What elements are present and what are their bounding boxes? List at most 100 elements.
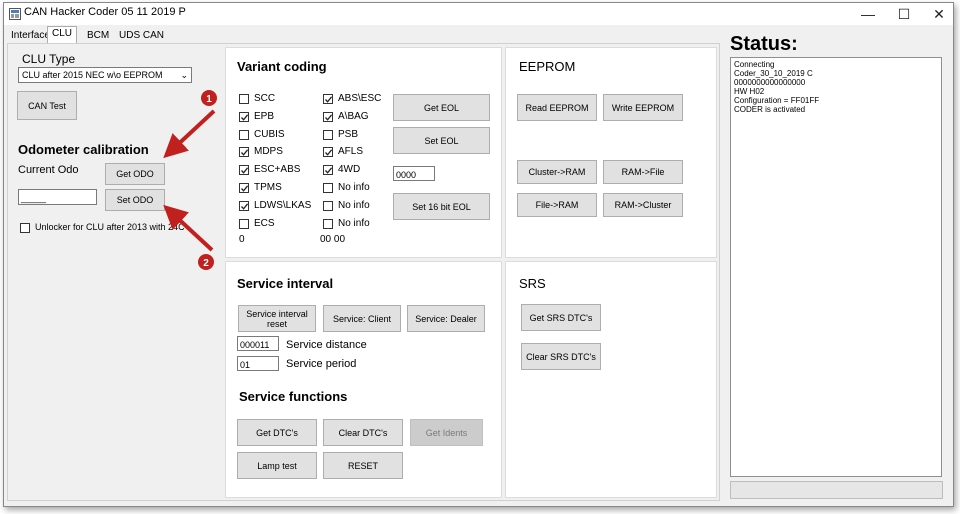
minimize-button[interactable]: — [850,3,886,25]
variant-col2-checkbox[interactable] [323,183,333,193]
tab-bcm[interactable]: BCM [82,28,114,43]
variant-col1-checkbox[interactable] [239,200,249,211]
set-16bit-eol-button[interactable]: Set 16 bit EOL [393,193,490,220]
variant-value-left: 0 [239,234,245,245]
odo-input[interactable]: _____ [18,189,97,205]
unlocker-checkbox[interactable] [20,223,30,233]
service-client-button[interactable]: Service: Client [323,305,401,332]
chevron-down-icon: ⌄ [180,70,188,80]
clear-srs-dtcs-button[interactable]: Clear SRS DTC's [521,343,601,370]
variant-col1-checkbox[interactable] [239,165,249,176]
service-period-input[interactable]: 01 [237,356,279,371]
status-line: 0000000000000000 [734,78,806,87]
variant-col2-checkbox[interactable] [323,218,333,229]
variant-col2-label: No info [338,199,370,211]
service-interval-reset-button[interactable]: Service interval reset [238,305,316,332]
tab-uds-can[interactable]: UDS CAN [114,28,169,43]
status-line: CODER is activated [734,105,806,114]
service-dealer-button[interactable]: Service: Dealer [407,305,485,332]
ram-to-cluster-button[interactable]: RAM->Cluster [603,193,683,217]
service-period-label: Service period [286,358,357,370]
service-distance-input[interactable]: 000011 [237,336,279,351]
lamp-test-button[interactable]: Lamp test [237,452,317,479]
reset-button[interactable]: RESET [323,452,403,479]
variant-coding-title: Variant coding [237,59,327,74]
can-test-button[interactable]: CAN Test [17,91,77,120]
variant-col1-label: SCC [254,93,276,104]
service-distance-label: Service distance [286,339,367,351]
variant-col2-checkbox[interactable] [323,94,333,104]
get-eol-button[interactable]: Get EOL [393,94,490,121]
eol-input[interactable]: 0000 [393,166,435,181]
ram-to-file-button[interactable]: RAM->File [603,160,683,184]
tab-strip: Interface CLU BCM UDS CAN [4,26,244,44]
check-icon [241,149,249,157]
variant-col1-label: MDPS [254,146,283,158]
variant-col2-label: PSB [338,128,359,140]
variant-col2-checkbox[interactable] [323,200,333,211]
check-icon [325,96,333,103]
window-title: CAN Hacker Coder 05 11 2019 P [24,6,186,18]
get-dtcs-button[interactable]: Get DTC's [237,419,317,446]
variant-col1-label: ECS [254,217,275,229]
clu-type-label: CLU Type [22,52,76,66]
variant-col2-label: No info [338,182,370,193]
variant-col1-label: ESC+ABS [254,164,301,176]
variant-col2-checkbox[interactable] [323,129,333,140]
variant-col2-checkbox[interactable] [323,165,333,176]
variant-coding-panel: Variant coding SCC EPB CUBIS MDPS ESC+ABS TPM… [225,47,502,258]
variant-col1-label: CUBIS [254,128,285,140]
app-icon [9,7,21,20]
service-functions-title: Service functions [239,389,348,404]
check-icon [241,185,249,192]
maximize-button[interactable]: ☐ [886,3,922,25]
variant-col1-checkbox[interactable] [239,147,249,158]
service-panel: Service interval Service interval reset … [225,261,502,498]
variant-col2-checkbox[interactable] [323,147,333,158]
clu-type-select[interactable]: CLU after 2015 NEC w\o EEPROM ⌄ [18,67,192,83]
variant-col2-label: No info [338,217,370,229]
clu-type-value: CLU after 2015 NEC w\o EEPROM [22,70,163,80]
variant-col1-checkbox[interactable] [239,94,249,104]
check-icon [241,114,249,121]
variant-col2-label: AFLS [338,146,364,158]
check-icon [241,167,249,174]
set-eol-button[interactable]: Set EOL [393,127,490,154]
title-bar: CAN Hacker Coder 05 11 2019 P — ☐ ✕ [4,3,953,25]
status-line: HW H02 [734,87,765,96]
unlocker-label: Unlocker for CLU after 2013 with 24C [35,222,185,232]
service-interval-title: Service interval [237,276,334,291]
read-eeprom-button[interactable]: Read EEPROM [517,94,597,121]
check-icon [325,114,333,121]
close-button[interactable]: ✕ [921,3,957,25]
variant-col1-checkbox[interactable] [239,111,249,122]
variant-col2-label: ABS\ESC [338,93,382,104]
variant-col2-checkbox[interactable] [323,111,333,122]
variant-col1-checkbox[interactable] [239,129,249,140]
cluster-to-ram-button[interactable]: Cluster->RAM [517,160,597,184]
eeprom-title: EEPROM [519,59,576,74]
status-line: Configuration = FF01FF [734,96,820,105]
get-odo-button[interactable]: Get ODO [105,163,165,185]
variant-col1-label: EPB [254,110,275,122]
variant-col1-checkbox[interactable] [239,218,249,229]
tab-clu[interactable]: CLU [47,26,78,44]
variant-col2-label: A\BAG [338,110,369,122]
write-eeprom-button[interactable]: Write EEPROM [603,94,683,121]
app-window: CAN Hacker Coder 05 11 2019 P — ☐ ✕ Inte… [3,2,954,507]
status-log[interactable]: Connecting Coder_30_10_2019 C 0000000000… [730,57,942,477]
variant-col1-checkbox[interactable] [239,183,249,193]
variant-col1-label: TPMS [254,182,282,193]
set-odo-button[interactable]: Set ODO [105,189,165,211]
variant-col1-label: LDWS\LKAS [254,199,312,211]
status-title: Status: [730,33,798,55]
status-line: Coder_30_10_2019 C [734,69,813,78]
file-to-ram-button[interactable]: File->RAM [517,193,597,217]
eeprom-panel: EEPROM Read EEPROM Write EEPROM Cluster-… [505,47,717,258]
variant-value-mid: 00 00 [320,234,346,245]
get-srs-dtcs-button[interactable]: Get SRS DTC's [521,304,601,331]
srs-panel: SRS Get SRS DTC's Clear SRS DTC's [505,261,717,498]
odometer-calibration-title: Odometer calibration [18,142,149,157]
current-odo-label: Current Odo [18,164,79,176]
clear-dtcs-button[interactable]: Clear DTC's [323,419,403,446]
